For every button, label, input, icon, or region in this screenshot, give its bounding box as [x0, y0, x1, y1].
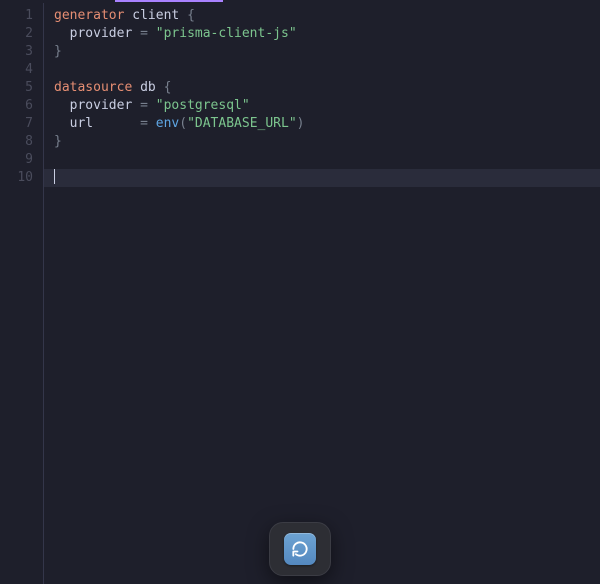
token-sp — [93, 116, 140, 131]
token-st: "postgresql" — [156, 98, 250, 113]
token-st: "DATABASE_URL" — [187, 116, 297, 131]
token-sp — [132, 80, 140, 95]
token-sp — [54, 116, 70, 131]
token-sp — [132, 26, 140, 41]
token-id: provider — [70, 26, 133, 41]
code-line[interactable]: url = env("DATABASE_URL") — [54, 115, 600, 133]
token-kw: datasource — [54, 80, 132, 95]
token-pn: } — [54, 44, 62, 59]
token-sp — [54, 26, 70, 41]
line-number: 9 — [0, 151, 33, 169]
code-line[interactable]: provider = "prisma-client-js" — [54, 25, 600, 43]
line-number: 3 — [0, 43, 33, 61]
line-number: 2 — [0, 25, 33, 43]
token-sp — [148, 98, 156, 113]
line-number-gutter: 12345678910 — [0, 3, 44, 584]
prisma-refresh-icon[interactable] — [284, 533, 316, 565]
token-fn: env — [156, 116, 179, 131]
token-sp — [156, 80, 164, 95]
token-kw: generator — [54, 8, 124, 23]
line-number: 10 — [0, 169, 33, 187]
dock — [269, 522, 331, 576]
code-line[interactable]: datasource db { — [54, 79, 600, 97]
token-id: client — [132, 8, 179, 23]
line-number: 7 — [0, 115, 33, 133]
line-number: 8 — [0, 133, 33, 151]
token-sp — [148, 116, 156, 131]
code-line[interactable] — [54, 61, 600, 79]
code-line[interactable]: } — [54, 43, 600, 61]
token-pn: = — [140, 116, 148, 131]
token-pn: } — [54, 134, 62, 149]
text-cursor — [54, 169, 55, 184]
token-id: url — [70, 116, 93, 131]
token-st: "prisma-client-js" — [156, 26, 297, 41]
token-pn: { — [187, 8, 195, 23]
code-editor[interactable]: 12345678910 generator client { provider … — [0, 3, 600, 584]
token-sp — [179, 8, 187, 23]
code-line[interactable] — [44, 169, 600, 187]
token-pn: ( — [179, 116, 187, 131]
line-number: 5 — [0, 79, 33, 97]
token-pn: = — [140, 98, 148, 113]
token-pn: ) — [297, 116, 305, 131]
line-number: 6 — [0, 97, 33, 115]
code-line[interactable]: } — [54, 133, 600, 151]
code-line[interactable]: provider = "postgresql" — [54, 97, 600, 115]
loop-arrow-icon — [290, 539, 310, 559]
code-area[interactable]: generator client { provider = "prisma-cl… — [44, 3, 600, 584]
line-number: 4 — [0, 61, 33, 79]
token-id: provider — [70, 98, 133, 113]
token-id: db — [140, 80, 156, 95]
code-line[interactable] — [54, 151, 600, 169]
token-pn: { — [164, 80, 172, 95]
token-sp — [54, 98, 70, 113]
token-sp — [132, 98, 140, 113]
active-tab-indicator — [115, 0, 223, 2]
token-sp — [148, 26, 156, 41]
line-number: 1 — [0, 7, 33, 25]
code-line[interactable]: generator client { — [54, 7, 600, 25]
token-pn: = — [140, 26, 148, 41]
